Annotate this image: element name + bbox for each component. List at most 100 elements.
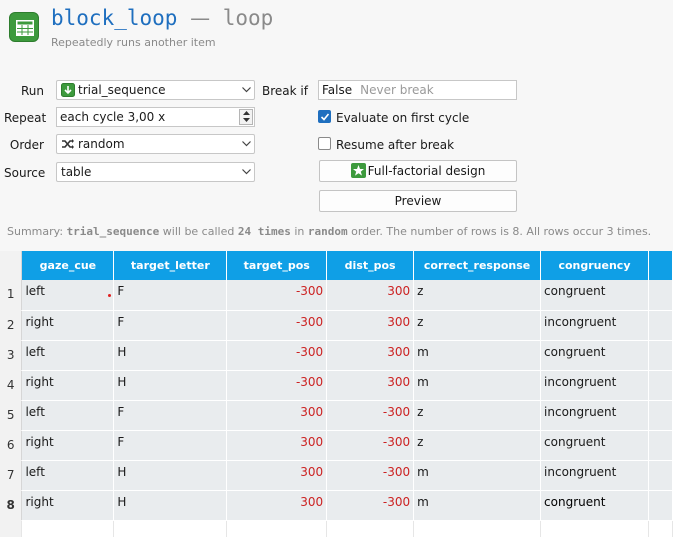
column-header[interactable]: congruency	[540, 251, 649, 280]
table-cell[interactable]: left	[21, 400, 115, 431]
table-cell[interactable]: H	[113, 370, 228, 401]
row-header[interactable]: 5	[0, 400, 23, 431]
table-cell[interactable]: 300	[326, 340, 415, 371]
table-cell[interactable]: incongruent	[540, 460, 649, 491]
table-cell[interactable]: incongruent	[540, 370, 649, 401]
repeat-spinbox[interactable]: each cycle 3,00 x	[56, 107, 255, 127]
table-cell[interactable]: congruent	[540, 430, 649, 461]
table-cell[interactable]: -300	[226, 340, 328, 371]
table-cell[interactable]: H	[113, 490, 228, 521]
column-header-empty[interactable]	[648, 251, 673, 280]
table-cell-empty[interactable]	[326, 520, 415, 537]
evaluate-first-label[interactable]: Evaluate on first cycle	[336, 111, 469, 125]
repeat-stepper[interactable]	[239, 109, 253, 125]
table-cell-empty[interactable]	[648, 370, 673, 401]
item-name[interactable]: block_loop	[51, 6, 177, 30]
row-header-empty[interactable]	[0, 520, 23, 537]
break-if-input[interactable]: False Never break	[318, 80, 517, 100]
table-cell-empty[interactable]	[648, 340, 673, 371]
table-cell[interactable]: 300	[226, 460, 328, 491]
table-row: 5 left F 300 -300 z incongruent	[0, 400, 673, 431]
resume-after-break-checkbox[interactable]	[318, 137, 331, 150]
row-header-current[interactable]: 8	[0, 490, 23, 521]
preview-button[interactable]: Preview	[319, 190, 517, 212]
table-cell[interactable]: right	[21, 310, 115, 341]
row-header[interactable]: 6	[0, 430, 23, 461]
order-select[interactable]: random	[56, 134, 255, 154]
table-cell[interactable]: z	[413, 280, 542, 311]
table-cell[interactable]: -300	[226, 370, 328, 401]
table-cell[interactable]: z	[413, 310, 542, 341]
table-cell[interactable]: m	[413, 490, 542, 521]
table-cell[interactable]: left	[21, 340, 115, 371]
table-cell-empty[interactable]	[21, 520, 115, 537]
table-cell-empty[interactable]	[648, 310, 673, 341]
run-select[interactable]: trial_sequence	[56, 80, 255, 100]
row-header[interactable]: 2	[0, 310, 23, 341]
row-header[interactable]: 4	[0, 370, 23, 401]
loop-table-grid[interactable]: gaze_cue target_letter target_pos dist_p…	[0, 251, 673, 537]
table-cell[interactable]: 300	[326, 310, 415, 341]
stepper-up-icon[interactable]	[240, 110, 252, 117]
table-cell-empty[interactable]	[648, 460, 673, 491]
table-cell[interactable]: congruent	[540, 280, 649, 311]
table-cell-empty[interactable]	[540, 520, 649, 537]
table-cell[interactable]: z	[413, 430, 542, 461]
evaluate-first-checkbox[interactable]	[318, 110, 331, 123]
table-cell[interactable]: H	[113, 460, 228, 491]
table-cell-empty[interactable]	[648, 520, 673, 537]
row-header[interactable]: 1	[0, 280, 23, 311]
table-cell[interactable]: congruent	[540, 340, 649, 371]
table-cell[interactable]: m	[413, 340, 542, 371]
table-cell-empty[interactable]	[648, 280, 673, 311]
table-cell[interactable]: 300	[326, 280, 415, 311]
column-header[interactable]: target_pos	[226, 251, 328, 280]
page-subtitle: Repeatedly runs another item	[51, 36, 216, 49]
table-cell[interactable]: -300	[326, 490, 415, 521]
table-cell-empty[interactable]	[113, 520, 228, 537]
column-header[interactable]: target_letter	[113, 251, 228, 280]
table-cell[interactable]: F	[113, 430, 228, 461]
source-select[interactable]: table	[56, 162, 255, 182]
page-title[interactable]: block_loop — loop	[51, 6, 273, 30]
table-cell[interactable]: F	[113, 280, 228, 311]
loop-table[interactable]: gaze_cue target_letter target_pos dist_p…	[0, 251, 673, 537]
stepper-down-icon[interactable]	[240, 117, 252, 124]
resume-after-break-label[interactable]: Resume after break	[336, 138, 454, 152]
table-cell[interactable]: incongruent	[540, 310, 649, 341]
table-cell[interactable]: left	[21, 460, 115, 491]
table-cell[interactable]: -300	[226, 280, 328, 311]
row-header[interactable]: 3	[0, 340, 23, 371]
table-cell[interactable]: H	[113, 340, 228, 371]
table-cell[interactable]: congruent	[540, 490, 649, 521]
table-cell[interactable]: F	[113, 310, 228, 341]
table-cell[interactable]: 300	[226, 430, 328, 461]
table-cell[interactable]: 300	[226, 400, 328, 431]
table-cell[interactable]: right	[21, 490, 115, 521]
row-header[interactable]: 7	[0, 460, 23, 491]
table-cell-empty[interactable]	[648, 400, 673, 431]
table-cell[interactable]: left	[21, 280, 115, 311]
table-cell[interactable]: 300	[226, 490, 328, 521]
table-cell[interactable]: incongruent	[540, 400, 649, 431]
table-cell[interactable]: m	[413, 370, 542, 401]
table-cell[interactable]: F	[113, 400, 228, 431]
table-cell-empty[interactable]	[648, 490, 673, 521]
table-cell[interactable]: -300	[326, 400, 415, 431]
table-cell[interactable]: 300	[326, 370, 415, 401]
column-header[interactable]: dist_pos	[326, 251, 415, 280]
table-cell[interactable]: -300	[326, 430, 415, 461]
table-cell[interactable]: right	[21, 370, 115, 401]
column-header[interactable]: correct_response	[413, 251, 542, 280]
table-cell[interactable]: right	[21, 430, 115, 461]
table-cell[interactable]: m	[413, 460, 542, 491]
table-cell-empty[interactable]	[226, 520, 328, 537]
table-cell[interactable]: -300	[226, 310, 328, 341]
table-cell[interactable]: -300	[326, 460, 415, 491]
table-cell[interactable]: z	[413, 400, 542, 431]
table-corner[interactable]	[0, 251, 23, 280]
table-cell-empty[interactable]	[648, 430, 673, 461]
table-cell-empty[interactable]	[413, 520, 542, 537]
full-factorial-button[interactable]: Full-factorial design	[319, 160, 517, 182]
column-header[interactable]: gaze_cue	[21, 251, 115, 280]
